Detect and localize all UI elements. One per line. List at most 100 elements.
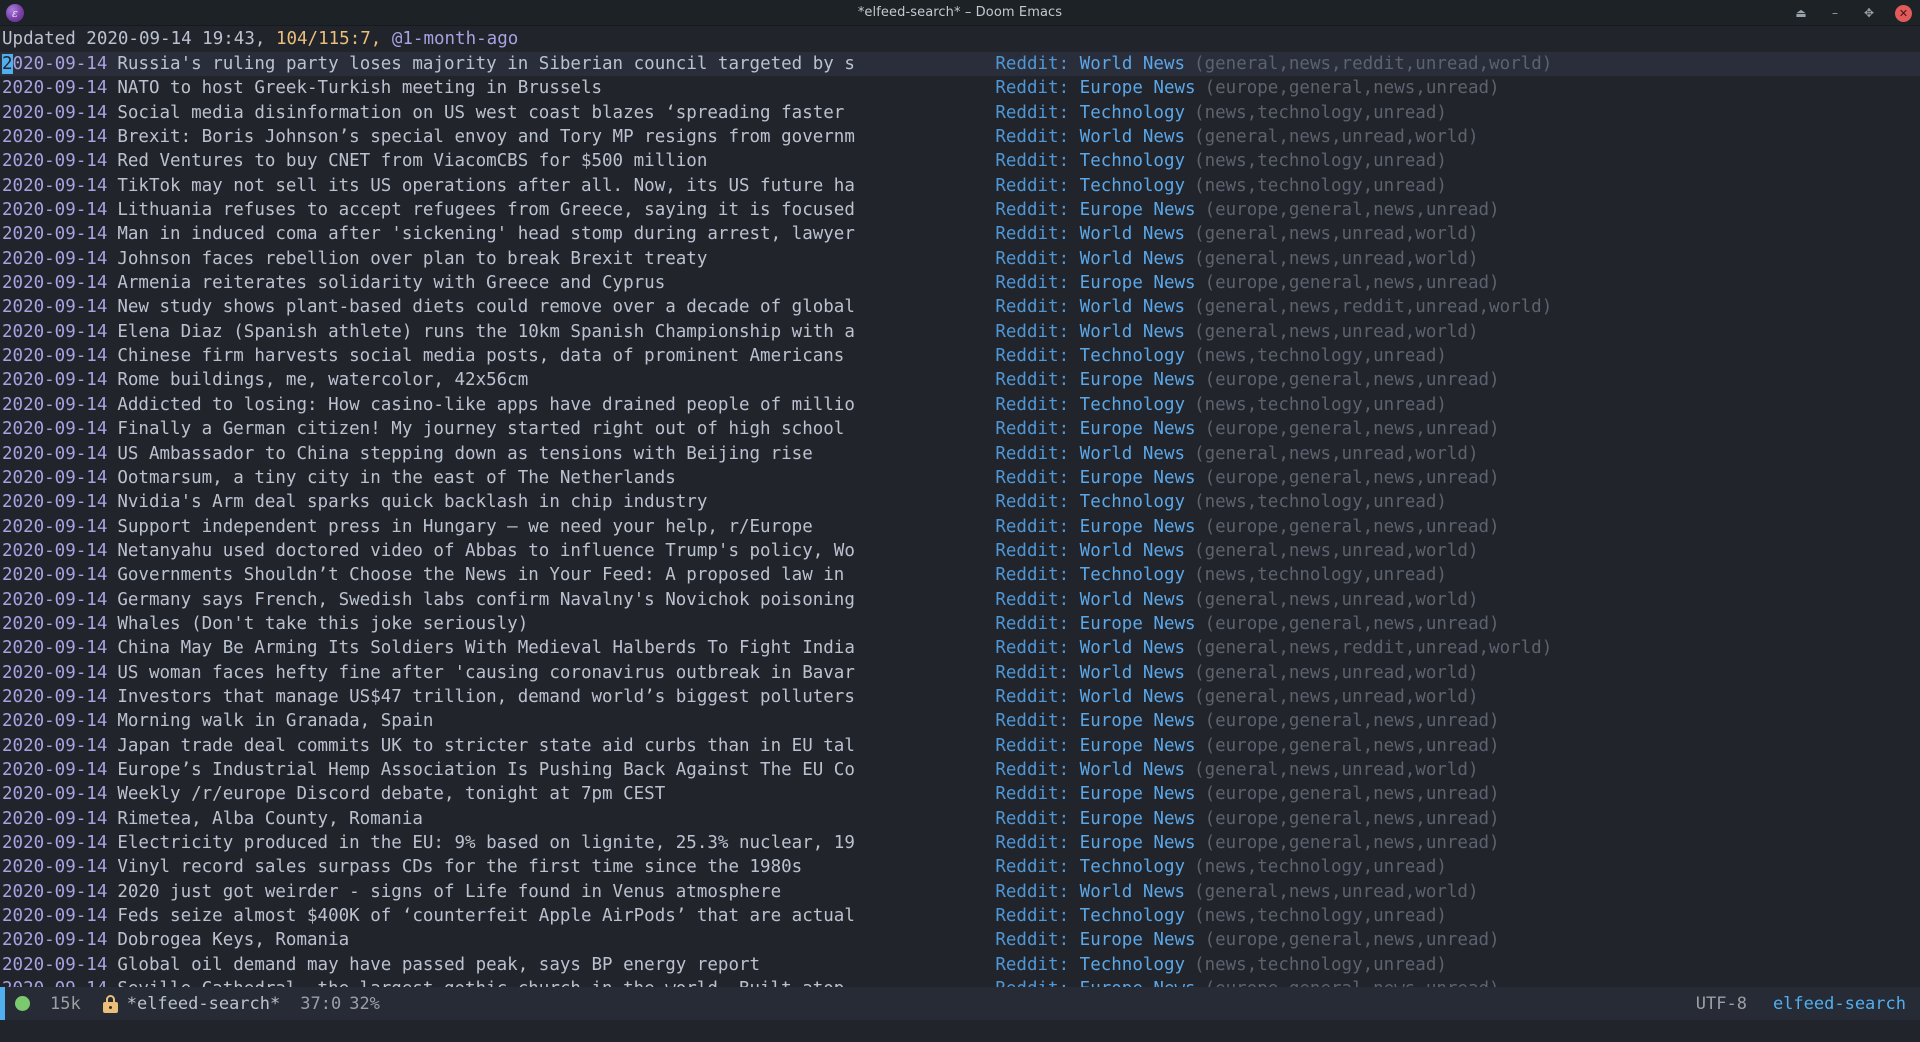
entry-row[interactable]: 2020-09-14 Russia's ruling party loses ma… [0,52,1920,77]
entry-date: 2020-09-14 [2,784,108,805]
entry-row[interactable]: 2020-09-14 Vinyl record sales surpass CDs… [0,855,1920,879]
entry-feed-name: World News [1069,759,1186,780]
entry-title[interactable]: Support independent press in Hungary – w… [117,515,972,539]
entry-title[interactable]: Elena Diaz (Spanish athlete) runs the 10… [117,320,972,344]
entry-row[interactable]: 2020-09-14 Weekly /r/europe Discord debat… [0,782,1920,806]
entry-title[interactable]: Ootmarsum, a tiny city in the east of Th… [117,466,972,490]
entry-row[interactable]: 2020-09-14 Whales (Don't take this joke s… [0,612,1920,636]
elfeed-entry-list[interactable]: 2020-09-14 Russia's ruling party loses ma… [0,52,1920,987]
entry-title[interactable]: Addicted to losing: How casino-like apps… [117,393,972,417]
entry-title[interactable]: Investors that manage US$47 trillion, de… [117,685,972,709]
entry-title[interactable]: NATO to host Greek-Turkish meeting in Br… [117,76,972,100]
entry-row[interactable]: 2020-09-14 NATO to host Greek-Turkish mee… [0,76,1920,100]
entry-title[interactable]: Weekly /r/europe Discord debate, tonight… [117,782,972,806]
entry-row[interactable]: 2020-09-14 Seville Cathedral, the largest… [0,977,1920,987]
entry-title[interactable]: Johnson faces rebellion over plan to bre… [117,247,972,271]
entry-row[interactable]: 2020-09-14 Finally a German citizen! My j… [0,417,1920,441]
entry-row[interactable]: 2020-09-14 Global oil demand may have pas… [0,953,1920,977]
entry-row[interactable]: 2020-09-14 Rimetea, Alba County, Romania R… [0,807,1920,831]
entry-title[interactable]: Seville Cathedral, the largest gothic ch… [117,977,972,987]
major-mode[interactable]: elfeed-search [1773,994,1906,1014]
entry-title[interactable]: US woman faces hefty fine after 'causing… [117,661,972,685]
entry-title[interactable]: 2020 just got weirder - signs of Life fo… [117,880,972,904]
entry-title[interactable]: Japan trade deal commits UK to stricter … [117,734,972,758]
entry-title[interactable]: Rome buildings, me, watercolor, 42x56cm [117,368,972,392]
entry-title[interactable]: Electricity produced in the EU: 9% based… [117,831,972,855]
entry-title[interactable]: Netanyahu used doctored video of Abbas t… [117,539,972,563]
entry-row[interactable]: 2020-09-14 Japan trade deal commits UK to… [0,734,1920,758]
entry-feed-prefix: Reddit: [995,370,1070,391]
entry-row[interactable]: 2020-09-14 New study shows plant-based di… [0,295,1920,319]
entry-row[interactable]: 2020-09-14 Chinese firm harvests social m… [0,344,1920,368]
entry-feed-prefix: Reddit: [995,516,1070,537]
entry-row[interactable]: 2020-09-14 Feds seize almost $400K of ‘co… [0,904,1920,928]
entry-title[interactable]: Nvidia's Arm deal sparks quick backlash … [117,490,972,514]
entry-title[interactable]: Lithuania refuses to accept refugees fro… [117,198,972,222]
entry-row[interactable]: 2020-09-14 Nvidia's Arm deal sparks quick… [0,490,1920,514]
entry-title[interactable]: Armenia reiterates solidarity with Greec… [117,271,972,295]
entry-title[interactable]: Finally a German citizen! My journey sta… [117,417,972,441]
entry-title[interactable]: Social media disinformation on US west c… [117,101,972,125]
entry-row[interactable]: 2020-09-14 Elena Diaz (Spanish athlete) r… [0,320,1920,344]
entry-title[interactable]: Whales (Don't take this joke seriously) [117,612,972,636]
minimize-button[interactable]: – [1827,5,1843,21]
entry-tags: (general,news,unread,world) [1194,248,1479,269]
entry-title[interactable]: China May Be Arming Its Soldiers With Me… [117,636,972,660]
entry-row[interactable]: 2020-09-14 Brexit: Boris Johnson’s specia… [0,125,1920,149]
entry-title[interactable]: Feds seize almost $400K of ‘counterfeit … [117,904,972,928]
entry-title[interactable]: Governments Shouldn’t Choose the News in… [117,563,972,587]
entry-title[interactable]: Dobrogea Keys, Romania [117,928,972,952]
entry-row[interactable]: 2020-09-14 Dobrogea Keys, Romania Reddit: … [0,928,1920,952]
entry-row[interactable]: 2020-09-14 Social media disinformation on… [0,101,1920,125]
entry-row[interactable]: 2020-09-14 US woman faces hefty fine afte… [0,661,1920,685]
entry-title[interactable]: Global oil demand may have passed peak, … [117,953,972,977]
entry-tags: (europe,general,news,unread) [1204,833,1500,853]
entry-row[interactable]: 2020-09-14 Red Ventures to buy CNET from … [0,149,1920,173]
entry-feed-name: Europe News [1069,516,1196,537]
entry-row[interactable]: 2020-09-14 Lithuania refuses to accept re… [0,198,1920,222]
entry-title[interactable]: Germany says French, Swedish labs confir… [117,588,972,612]
entry-row[interactable]: 2020-09-14 Man in induced coma after 'sic… [0,222,1920,246]
entry-title[interactable]: US Ambassador to China stepping down as … [117,442,972,466]
entry-row[interactable]: 2020-09-14 Armenia reiterates solidarity … [0,271,1920,295]
entry-row[interactable]: 2020-09-14 US Ambassador to China steppin… [0,442,1920,466]
entry-row[interactable]: 2020-09-14 Addicted to losing: How casino… [0,393,1920,417]
entry-feed: Reddit: Europe News [995,417,1195,441]
entry-row[interactable]: 2020-09-14 TikTok may not sell its US ope… [0,174,1920,198]
entry-title[interactable]: Brexit: Boris Johnson’s special envoy an… [117,125,972,149]
entry-row[interactable]: 2020-09-14 Ootmarsum, a tiny city in the … [0,466,1920,490]
entry-title[interactable]: Chinese firm harvests social media posts… [117,344,972,368]
entry-row[interactable]: 2020-09-14 2020 just got weirder - signs … [0,880,1920,904]
coding-system[interactable]: UTF-8 [1696,994,1747,1014]
entry-title[interactable]: Europe’s Industrial Hemp Association Is … [117,758,972,782]
entry-title[interactable]: Vinyl record sales surpass CDs for the f… [117,855,972,879]
entry-title[interactable]: New study shows plant-based diets could … [117,295,972,319]
entry-row[interactable]: 2020-09-14 Rome buildings, me, watercolor… [0,368,1920,392]
entry-feed: Reddit: World News [995,880,1185,904]
entry-row[interactable]: 2020-09-14 Electricity produced in the EU… [0,831,1920,855]
entry-row[interactable]: 2020-09-14 Morning walk in Granada, Spain… [0,709,1920,733]
entry-feed-prefix: Reddit: [995,662,1070,683]
entry-title[interactable]: Russia's ruling party loses majority in … [117,52,972,76]
maximize-button[interactable]: ✥ [1861,5,1877,21]
entry-tags: (general,news,unread,world) [1194,443,1479,464]
entry-title[interactable]: Man in induced coma after 'sickening' he… [117,222,972,246]
entry-row[interactable]: 2020-09-14 Germany says French, Swedish l… [0,588,1920,612]
entry-title[interactable]: Rimetea, Alba County, Romania [117,807,972,831]
entry-date: 2020-09-14 [2,516,108,537]
entry-row[interactable]: 2020-09-14 Support independent press in H… [0,515,1920,539]
buffer-name[interactable]: *elfeed-search* [127,994,281,1014]
close-button[interactable]: ✕ [1895,4,1912,22]
entry-row[interactable]: 2020-09-14 Europe’s Industrial Hemp Assoc… [0,758,1920,782]
entry-title[interactable]: TikTok may not sell its US operations af… [117,174,972,198]
entry-title[interactable]: Morning walk in Granada, Spain [117,709,972,733]
entry-row[interactable]: 2020-09-14 Johnson faces rebellion over p… [0,247,1920,271]
entry-row[interactable]: 2020-09-14 China May Be Arming Its Soldie… [0,636,1920,660]
eject-button[interactable]: ⏏ [1793,5,1809,21]
entry-feed-prefix: Reddit: [995,784,1070,805]
entry-row[interactable]: 2020-09-14 Investors that manage US$47 tr… [0,685,1920,709]
entry-feed-name: Europe News [1069,613,1196,634]
entry-row[interactable]: 2020-09-14 Netanyahu used doctored video … [0,539,1920,563]
entry-row[interactable]: 2020-09-14 Governments Shouldn’t Choose t… [0,563,1920,587]
entry-title[interactable]: Red Ventures to buy CNET from ViacomCBS … [117,149,972,173]
